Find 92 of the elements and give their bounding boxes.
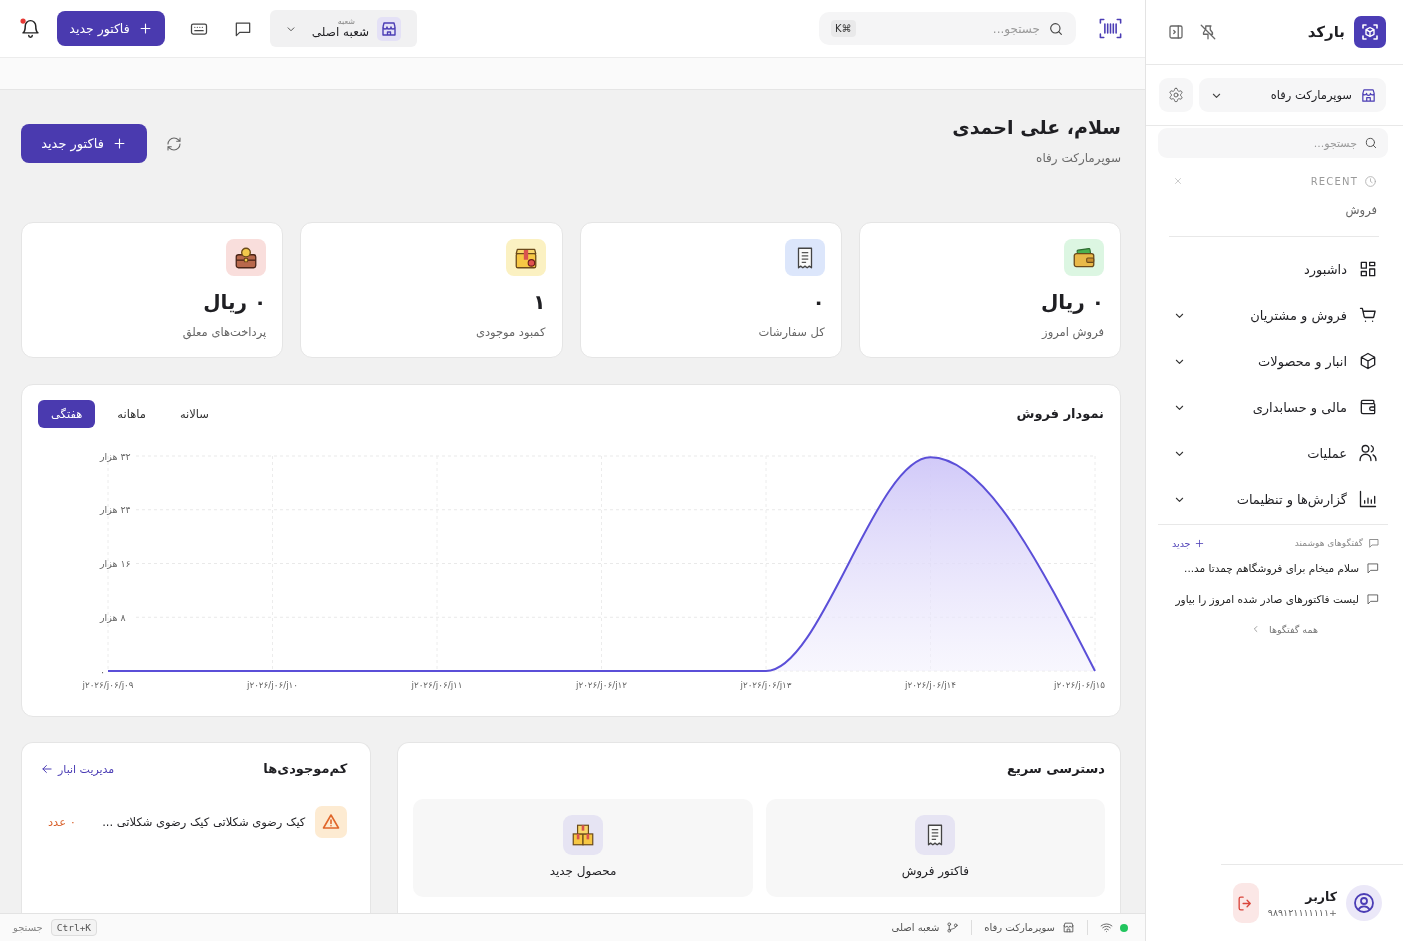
- stat-label: فروش امروز: [1042, 324, 1104, 341]
- y-axis-label: ۰: [100, 665, 106, 677]
- settings-icon: [1168, 87, 1184, 103]
- branch-icon: [946, 921, 960, 934]
- new-chat-link[interactable]: جدید: [1172, 537, 1205, 549]
- x-axis-label: j۲۰۲۶/j۰۶/j۱۱: [411, 680, 463, 690]
- chat-bubble-icon: [1368, 537, 1380, 549]
- new-invoice-button[interactable]: فاکتور جدید: [57, 11, 165, 46]
- y-axis-label: ۳۲ هزار: [100, 450, 131, 462]
- user-phone: +۹۸۹۱۲۱۱۱۱۱۱۱: [1267, 906, 1337, 918]
- period-tab[interactable]: هفتگی: [38, 400, 96, 428]
- nav-item[interactable]: گزارش‌ها و تنظیمات: [1146, 476, 1403, 522]
- warning-icon: [315, 806, 348, 838]
- plus-icon: [111, 136, 127, 151]
- branch-selector[interactable]: شعبه شعبه اصلی: [270, 10, 417, 47]
- receipt-icon: [915, 815, 956, 855]
- status-store-name: سوپرمارکت رفاه: [984, 922, 1055, 933]
- search-field[interactable]: جستجو...: [1158, 128, 1388, 158]
- period-tab[interactable]: سالانه: [167, 400, 221, 428]
- cart-icon: [1358, 305, 1378, 325]
- chart-title: نمودار فروش: [1016, 405, 1104, 423]
- chat-bubble-icon: [1366, 591, 1380, 606]
- store-icon: [1062, 921, 1075, 934]
- stat-value: ۰: [812, 289, 825, 315]
- search-hint[interactable]: جستجو: [13, 922, 43, 933]
- y-axis-label: ۲۴ هزار: [100, 504, 131, 516]
- pin-off-icon[interactable]: [1199, 23, 1217, 41]
- low-stock-title: کم‌موجودی‌ها: [263, 760, 348, 778]
- arrow-left-icon: [40, 762, 54, 776]
- chat-item[interactable]: سلام میخام برای فروشگاهم چمدتا مد...: [1146, 552, 1403, 583]
- store-selector[interactable]: سوپرمارکت رفاه: [1199, 78, 1386, 112]
- y-axis-label: ۱۶ هزار: [100, 558, 131, 569]
- store-subtitle: سوپرمارکت رفاه: [1036, 150, 1121, 167]
- cube-icon: [1358, 351, 1378, 371]
- logo-icon: [1354, 16, 1386, 48]
- stat-label: پرداخت‌های معلق: [182, 324, 267, 341]
- greeting-title: سلام، علی احمدی: [952, 115, 1121, 140]
- all-chats-link[interactable]: همه گفتگوها: [1251, 614, 1318, 644]
- stat-label: کمبود موجودی: [475, 324, 546, 341]
- user-name: کاربر: [1305, 888, 1337, 904]
- sidebar-panel-icon[interactable]: [1167, 23, 1185, 41]
- clock-icon: [1364, 174, 1377, 188]
- stat-value: ۰ ریال: [203, 289, 267, 315]
- nav-item[interactable]: عملیات: [1146, 430, 1403, 476]
- x-axis-label: j۲۰۲۶/j۰۶/j۱۳: [740, 680, 792, 690]
- quick-action-tile[interactable]: فاکتور فروش: [765, 799, 1105, 897]
- stat-value: ۰ ریال: [1040, 289, 1104, 315]
- store-icon: [1360, 86, 1377, 104]
- stock-quantity: ۰ عدد: [48, 815, 76, 829]
- x-axis-label: j۲۰۲۶/j۰۶/j۱۰: [246, 680, 299, 690]
- user-avatar-icon: [1346, 885, 1382, 921]
- quick-access-title: دسترسی سریع: [1007, 760, 1105, 778]
- plus-icon: [1193, 537, 1205, 549]
- status-branch-name: شعبه اصلی: [891, 922, 940, 933]
- x-axis-label: j۲۰۲۶/j۰۶/j۰۹: [82, 680, 134, 690]
- chat-bubble-icon: [1366, 560, 1380, 575]
- product-name: کیک رضوی شکلاتی کیک رضوی شکلاتی ...: [101, 815, 306, 829]
- nav-item[interactable]: داشبورد: [1146, 246, 1403, 292]
- shortcut-key: Ctrl+K: [50, 919, 98, 936]
- bar-chart-icon: [1358, 489, 1378, 509]
- search-icon: [1048, 20, 1064, 37]
- boxes-icon: [563, 815, 603, 855]
- refresh-icon[interactable]: [166, 135, 182, 152]
- nav-item[interactable]: انبار و محصولات: [1146, 338, 1403, 384]
- store-icon: [377, 16, 401, 41]
- x-axis-label: j۲۰۲۶/j۰۶/j۱۵: [1053, 680, 1105, 690]
- shortcut-key: ⌘K: [831, 20, 856, 37]
- nav-item[interactable]: فروش و مشتریان: [1146, 292, 1403, 338]
- stat-value: ۱: [533, 289, 546, 315]
- x-axis-label: j۲۰۲۶/j۰۶/j۱۲: [575, 680, 628, 690]
- period-tab[interactable]: ماهانه: [105, 400, 158, 428]
- chats-heading: گفتگوهای هوشمند: [1293, 538, 1363, 548]
- x-axis-label: j۲۰۲۶/j۰۶/j۱۴: [904, 680, 957, 690]
- recent-heading: RECENT: [1309, 175, 1358, 187]
- quick-action-tile[interactable]: محصول جدید: [413, 799, 753, 897]
- plus-icon: [137, 21, 153, 36]
- recent-item[interactable]: فروش: [1319, 201, 1403, 219]
- new-invoice-button[interactable]: فاکتور جدید: [21, 124, 147, 163]
- grid-icon: [1358, 259, 1378, 279]
- stat-label: کل سفارشات: [758, 324, 825, 341]
- wifi-icon: [1100, 921, 1113, 934]
- chat-item[interactable]: لیست فاکتورهای صادر شده امروز را بیاور: [1146, 583, 1403, 614]
- wallet-icon: [1358, 397, 1378, 417]
- logout-button[interactable]: [1233, 883, 1259, 923]
- bell-icon[interactable]: [20, 18, 41, 39]
- settings-button[interactable]: [1159, 78, 1193, 112]
- search-icon: [1364, 136, 1378, 150]
- y-axis-label: ۸ هزار: [100, 611, 126, 623]
- brand-name: بارکد: [1307, 23, 1345, 41]
- nav-item[interactable]: مالی و حسابداری: [1146, 384, 1403, 430]
- users-icon: [1358, 443, 1378, 463]
- inventory-link[interactable]: مدیریت انبار: [40, 762, 115, 776]
